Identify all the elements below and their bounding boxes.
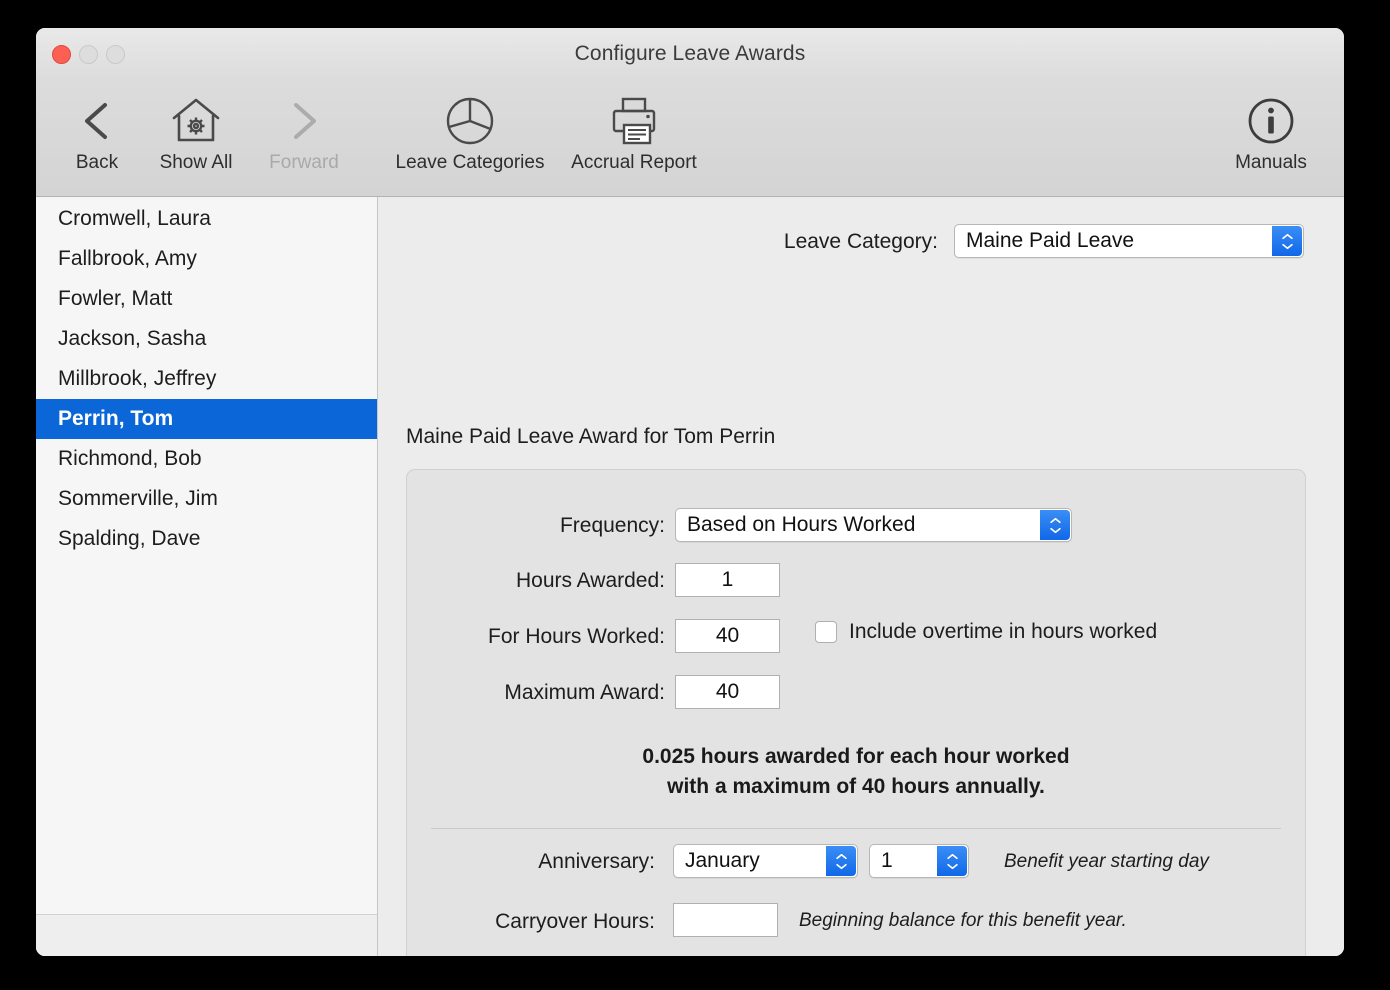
toolbar-accrual-report-label: Accrual Report xyxy=(571,152,697,173)
maximum-award-label: Maximum Award: xyxy=(504,681,665,704)
for-hours-worked-label: For Hours Worked: xyxy=(488,625,665,648)
leave-category-stepper[interactable] xyxy=(1272,226,1302,256)
anniversary-day-select[interactable]: 1 xyxy=(869,844,969,878)
close-button[interactable] xyxy=(52,45,71,64)
anniversary-label: Anniversary: xyxy=(538,850,655,873)
toolbar-back-label: Back xyxy=(75,152,119,173)
employee-sidebar: Cromwell, Laura Fallbrook, Amy Fowler, M… xyxy=(36,197,378,956)
chevron-down-icon xyxy=(1281,243,1293,249)
list-item[interactable]: Spalding, Dave xyxy=(36,519,377,559)
list-item[interactable]: Sommerville, Jim xyxy=(36,479,377,519)
list-item[interactable]: Fowler, Matt xyxy=(36,279,377,319)
minimize-button[interactable] xyxy=(79,45,98,64)
anniversary-hint: Benefit year starting day xyxy=(1004,851,1209,872)
list-item[interactable]: Richmond, Bob xyxy=(36,439,377,479)
for-hours-worked-input[interactable]: 40 xyxy=(675,619,780,653)
chevron-down-icon xyxy=(835,863,847,869)
chevron-down-icon xyxy=(946,863,958,869)
maximize-button[interactable] xyxy=(106,45,125,64)
carryover-hours-input[interactable] xyxy=(673,903,778,937)
chevron-up-icon xyxy=(1049,517,1061,523)
include-overtime-row[interactable]: Include overtime in hours worked xyxy=(815,620,1157,644)
frequency-select[interactable]: Based on Hours Worked xyxy=(675,508,1072,542)
anniversary-month-stepper[interactable] xyxy=(826,846,856,876)
list-item[interactable]: Cromwell, Laura xyxy=(36,199,377,239)
award-summary-line2: with a maximum of 40 hours annually. xyxy=(667,775,1045,798)
title-bar: Configure Leave Awards xyxy=(36,28,1344,80)
toolbar-accrual-report-button[interactable]: Accrual Report xyxy=(544,92,724,174)
award-heading: Maine Paid Leave Award for Tom Perrin xyxy=(406,425,776,448)
leave-category-select[interactable]: Maine Paid Leave xyxy=(954,224,1304,258)
award-summary: 0.025 hours awarded for each hour worked… xyxy=(407,742,1305,802)
hours-awarded-input[interactable]: 1 xyxy=(675,563,780,597)
list-item[interactable]: Fallbrook, Amy xyxy=(36,239,377,279)
app-window: Configure Leave Awards Back Show All For… xyxy=(36,28,1344,956)
toolbar-manuals-button[interactable]: Manuals xyxy=(1210,92,1332,174)
leave-category-label: Leave Category: xyxy=(783,230,938,253)
chevron-right-icon xyxy=(287,92,321,150)
toolbar-manuals-label: Manuals xyxy=(1235,152,1307,173)
anniversary-day-stepper[interactable] xyxy=(937,846,967,876)
chevron-up-icon xyxy=(1281,233,1293,239)
toolbar-show-all-button[interactable]: Show All xyxy=(136,92,256,174)
carryover-hours-label: Carryover Hours: xyxy=(495,910,655,933)
employee-name: Jackson, Sasha xyxy=(58,327,207,350)
anniversary-month-value: January xyxy=(685,849,760,872)
employee-name: Fowler, Matt xyxy=(58,287,173,310)
window-title: Configure Leave Awards xyxy=(574,42,806,65)
employee-name: Cromwell, Laura xyxy=(58,207,211,230)
list-item[interactable]: Jackson, Sasha xyxy=(36,319,377,359)
employee-name: Millbrook, Jeffrey xyxy=(58,367,217,390)
maximum-award-value: 40 xyxy=(715,680,740,703)
chevron-down-icon xyxy=(1049,527,1061,533)
leave-category-value: Maine Paid Leave xyxy=(966,229,1135,252)
employee-name: Perrin, Tom xyxy=(58,407,174,430)
anniversary-month-select[interactable]: January xyxy=(673,844,858,878)
employee-name: Spalding, Dave xyxy=(58,527,201,550)
maximum-award-input[interactable]: 40 xyxy=(675,675,780,709)
employee-name: Fallbrook, Amy xyxy=(58,247,197,270)
toolbar-leave-categories-button[interactable]: Leave Categories xyxy=(372,92,568,174)
include-overtime-label: Include overtime in hours worked xyxy=(849,620,1158,643)
frequency-label: Frequency: xyxy=(559,514,665,537)
toolbar: Back Show All Forward Leave Categories A… xyxy=(36,80,1344,197)
award-settings-group: Frequency: Based on Hours Worked Hours A… xyxy=(406,469,1306,956)
sidebar-footer-bar xyxy=(36,914,377,956)
pie-chart-icon xyxy=(444,92,496,150)
list-item-selected[interactable]: Perrin, Tom xyxy=(36,399,377,439)
window-controls xyxy=(52,45,125,64)
employee-name: Sommerville, Jim xyxy=(58,487,218,510)
toolbar-back-button[interactable]: Back xyxy=(59,92,135,174)
anniversary-day-value: 1 xyxy=(881,849,893,872)
home-gear-icon xyxy=(170,92,222,150)
award-summary-line1: 0.025 hours awarded for each hour worked xyxy=(642,745,1070,768)
hours-awarded-label: Hours Awarded: xyxy=(515,569,665,592)
carryover-hours-hint: Beginning balance for this benefit year. xyxy=(799,910,1127,931)
hours-awarded-value: 1 xyxy=(721,568,734,591)
info-circle-icon xyxy=(1245,92,1297,150)
frequency-stepper[interactable] xyxy=(1040,510,1070,540)
toolbar-leave-categories-label: Leave Categories xyxy=(395,152,545,173)
chevron-up-icon xyxy=(946,853,958,859)
list-item[interactable]: Millbrook, Jeffrey xyxy=(36,359,377,399)
include-overtime-checkbox[interactable] xyxy=(815,621,837,643)
chevron-up-icon xyxy=(835,853,847,859)
employee-name: Richmond, Bob xyxy=(58,447,202,470)
toolbar-forward-button[interactable]: Forward xyxy=(256,92,352,174)
employee-list[interactable]: Cromwell, Laura Fallbrook, Amy Fowler, M… xyxy=(36,197,377,914)
main-panel: Leave Category: Maine Paid Leave Maine P… xyxy=(378,197,1344,956)
toolbar-show-all-label: Show All xyxy=(159,152,233,173)
chevron-left-icon xyxy=(80,92,114,150)
for-hours-worked-value: 40 xyxy=(715,624,740,647)
printer-icon xyxy=(607,92,661,150)
frequency-value: Based on Hours Worked xyxy=(687,513,916,536)
section-divider xyxy=(431,828,1281,829)
toolbar-forward-label: Forward xyxy=(269,152,339,173)
window-body: Cromwell, Laura Fallbrook, Amy Fowler, M… xyxy=(36,197,1344,956)
